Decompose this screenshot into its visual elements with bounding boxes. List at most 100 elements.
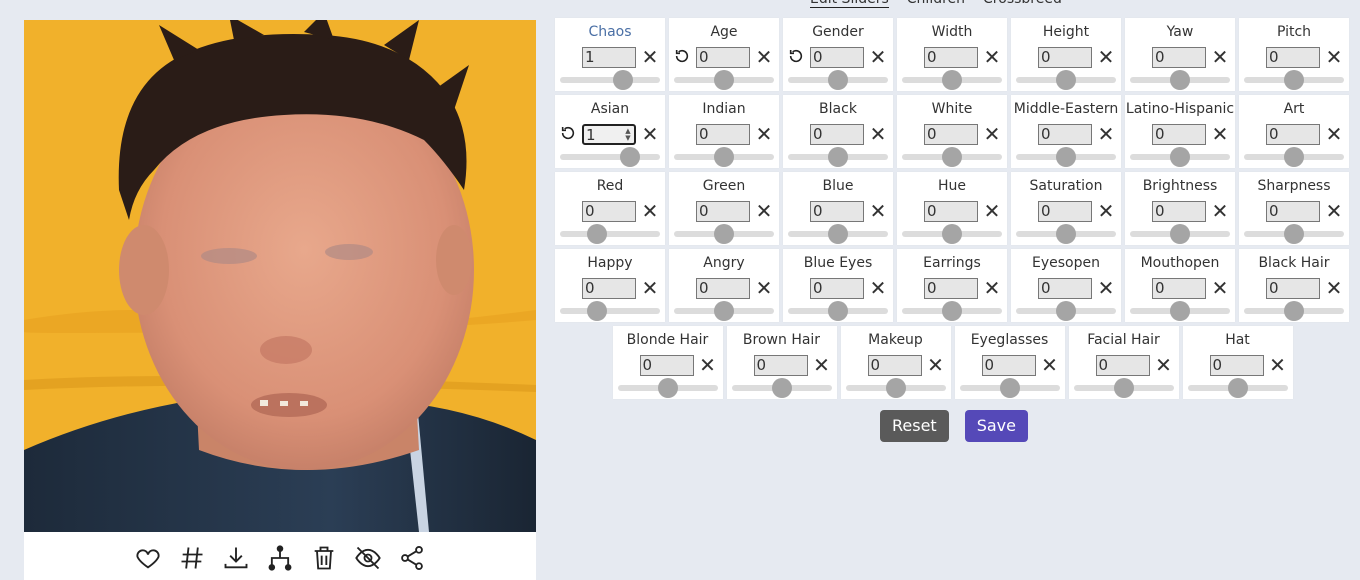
slider-track[interactable]: [560, 77, 660, 83]
earrings-value-input[interactable]: 0: [924, 278, 978, 299]
eyesopen-value-input[interactable]: 0: [1038, 278, 1092, 299]
close-icon[interactable]: ✕: [1097, 46, 1115, 68]
undo-icon[interactable]: [560, 125, 578, 143]
close-icon[interactable]: ✕: [983, 123, 1001, 145]
trash-icon[interactable]: [306, 540, 342, 576]
close-icon[interactable]: ✕: [1211, 46, 1229, 68]
close-icon[interactable]: ✕: [641, 123, 659, 145]
slider-thumb[interactable]: [657, 378, 678, 398]
slider-thumb[interactable]: [1113, 378, 1134, 398]
undo-icon[interactable]: [674, 48, 692, 66]
slider-track[interactable]: [560, 231, 660, 237]
close-icon[interactable]: ✕: [1211, 123, 1229, 145]
close-icon[interactable]: ✕: [1211, 200, 1229, 222]
blue-eyes-value-input[interactable]: 0: [810, 278, 864, 299]
slider-thumb[interactable]: [999, 378, 1020, 398]
slider-thumb[interactable]: [942, 224, 962, 244]
slider-thumb[interactable]: [771, 378, 792, 398]
slider-thumb[interactable]: [1170, 147, 1190, 167]
art-value-input[interactable]: 0: [1266, 124, 1320, 145]
black-hair-value-input[interactable]: 0: [1266, 278, 1320, 299]
close-icon[interactable]: ✕: [755, 277, 773, 299]
close-icon[interactable]: ✕: [1325, 200, 1343, 222]
close-icon[interactable]: ✕: [1211, 277, 1229, 299]
close-icon[interactable]: ✕: [1325, 277, 1343, 299]
close-icon[interactable]: ✕: [1325, 46, 1343, 68]
slider-thumb[interactable]: [1056, 70, 1076, 90]
spinner-arrows-icon[interactable]: ▲ ▼: [624, 128, 632, 142]
hash-icon[interactable]: [174, 540, 210, 576]
close-icon[interactable]: ✕: [1097, 200, 1115, 222]
black-value-input[interactable]: 0: [810, 124, 864, 145]
age-value-input[interactable]: 0: [696, 47, 750, 68]
tab-crossbreed[interactable]: Crossbreed: [983, 0, 1062, 8]
close-icon[interactable]: ✕: [869, 123, 887, 145]
slider-thumb[interactable]: [714, 224, 734, 244]
blonde-hair-value-input[interactable]: 0: [639, 355, 694, 376]
slider-thumb[interactable]: [620, 147, 640, 167]
close-icon[interactable]: ✕: [1097, 123, 1115, 145]
slider-thumb[interactable]: [1284, 224, 1304, 244]
slider-thumb[interactable]: [1056, 224, 1076, 244]
blue-value-input[interactable]: 0: [810, 201, 864, 222]
sharpness-value-input[interactable]: 0: [1266, 201, 1320, 222]
slider-thumb[interactable]: [1227, 378, 1248, 398]
brown-hair-value-input[interactable]: 0: [753, 355, 808, 376]
chaos-value-input[interactable]: 1: [582, 47, 636, 68]
close-icon[interactable]: ✕: [699, 354, 717, 376]
save-button[interactable]: Save: [964, 410, 1028, 442]
close-icon[interactable]: ✕: [983, 46, 1001, 68]
pitch-value-input[interactable]: 0: [1266, 47, 1320, 68]
latino-hispanic-value-input[interactable]: 0: [1152, 124, 1206, 145]
indian-value-input[interactable]: 0: [696, 124, 750, 145]
facial-hair-value-input[interactable]: 0: [1095, 355, 1150, 376]
mouthopen-value-input[interactable]: 0: [1152, 278, 1206, 299]
tab-children[interactable]: Children: [907, 0, 965, 8]
close-icon[interactable]: ✕: [983, 277, 1001, 299]
height-value-input[interactable]: 0: [1038, 47, 1092, 68]
green-value-input[interactable]: 0: [696, 201, 750, 222]
slider-thumb[interactable]: [613, 70, 633, 90]
close-icon[interactable]: ✕: [813, 354, 831, 376]
saturation-value-input[interactable]: 0: [1038, 201, 1092, 222]
close-icon[interactable]: ✕: [927, 354, 945, 376]
close-icon[interactable]: ✕: [641, 277, 659, 299]
slider-thumb[interactable]: [714, 70, 734, 90]
slider-thumb[interactable]: [828, 224, 848, 244]
slider-thumb[interactable]: [1284, 301, 1304, 321]
slider-thumb[interactable]: [1170, 224, 1190, 244]
slider-thumb[interactable]: [942, 301, 962, 321]
asian-value-input[interactable]: 1 ▲ ▼: [582, 124, 636, 145]
slider-track[interactable]: [560, 308, 660, 314]
hue-value-input[interactable]: 0: [924, 201, 978, 222]
close-icon[interactable]: ✕: [755, 46, 773, 68]
close-icon[interactable]: ✕: [983, 200, 1001, 222]
happy-value-input[interactable]: 0: [582, 278, 636, 299]
red-value-input[interactable]: 0: [582, 201, 636, 222]
slider-thumb[interactable]: [1170, 301, 1190, 321]
share-icon[interactable]: [394, 540, 430, 576]
brightness-value-input[interactable]: 0: [1152, 201, 1206, 222]
close-icon[interactable]: ✕: [1269, 354, 1287, 376]
slider-thumb[interactable]: [714, 147, 734, 167]
close-icon[interactable]: ✕: [1041, 354, 1059, 376]
slider-thumb[interactable]: [1284, 70, 1304, 90]
slider-thumb[interactable]: [828, 147, 848, 167]
slider-thumb[interactable]: [942, 70, 962, 90]
close-icon[interactable]: ✕: [641, 46, 659, 68]
slider-thumb[interactable]: [942, 147, 962, 167]
angry-value-input[interactable]: 0: [696, 278, 750, 299]
white-value-input[interactable]: 0: [924, 124, 978, 145]
reset-button[interactable]: Reset: [880, 410, 949, 442]
width-value-input[interactable]: 0: [924, 47, 978, 68]
slider-thumb[interactable]: [587, 301, 607, 321]
hat-value-input[interactable]: 0: [1209, 355, 1264, 376]
yaw-value-input[interactable]: 0: [1152, 47, 1206, 68]
makeup-value-input[interactable]: 0: [867, 355, 922, 376]
slider-track[interactable]: [560, 154, 660, 160]
slider-thumb[interactable]: [714, 301, 734, 321]
slider-thumb[interactable]: [1170, 70, 1190, 90]
slider-thumb[interactable]: [828, 301, 848, 321]
heart-icon[interactable]: [130, 540, 166, 576]
close-icon[interactable]: ✕: [1097, 277, 1115, 299]
